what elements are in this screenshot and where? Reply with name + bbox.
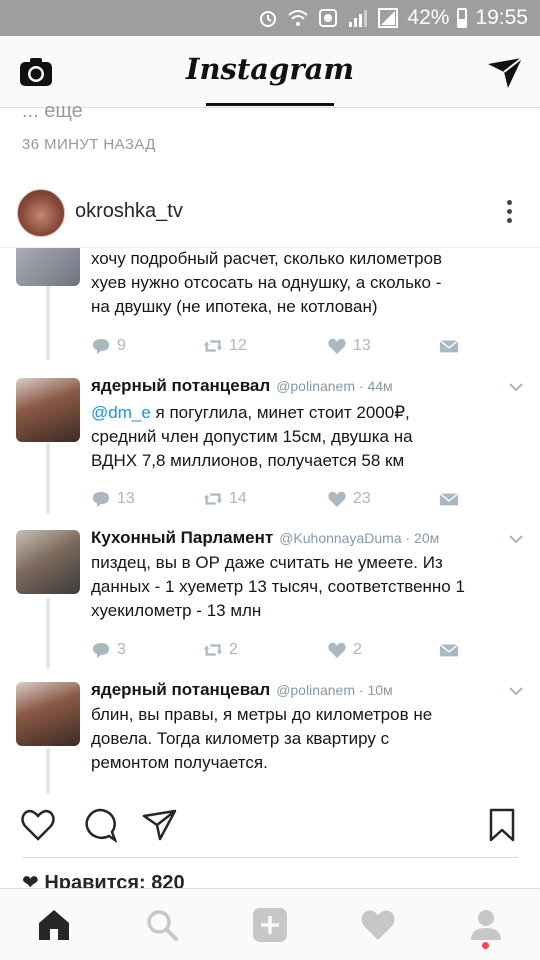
logo-underline xyxy=(206,103,334,106)
tweet-text: блин, вы правы, я метры до километров не… xyxy=(91,705,433,772)
notification-dot xyxy=(482,942,489,949)
tweet-avatar xyxy=(16,682,80,746)
status-bar: 42% 19:55 xyxy=(0,0,540,36)
tweet-author: ядерный потанцевал @polinanem · 10м xyxy=(91,680,393,699)
comment-icon[interactable] xyxy=(81,807,118,844)
heart-icon[interactable] xyxy=(20,807,56,843)
home-icon[interactable] xyxy=(36,907,72,943)
like-icon xyxy=(328,642,346,658)
chevron-down-icon[interactable] xyxy=(508,686,524,696)
reply-icon xyxy=(93,492,109,507)
alarm-icon xyxy=(257,7,279,29)
tweet-text: хочу подробный расчет, сколько километро… xyxy=(91,249,443,316)
instagram-logo: Instagram xyxy=(185,52,355,86)
direct-send-icon[interactable] xyxy=(486,54,524,90)
tweet-handle: @polinanem · 44м xyxy=(276,378,393,394)
battery-percent: 42% xyxy=(407,6,450,29)
previous-post-time: 36 МИНУТ НАЗАД xyxy=(22,136,156,153)
retweet-icon xyxy=(203,493,223,505)
retweet-icon xyxy=(203,644,223,656)
profile-icon[interactable] xyxy=(468,907,504,943)
app-header: Instagram xyxy=(0,36,540,108)
tweet-retweet-count: 12 xyxy=(229,337,247,354)
post-action-bar xyxy=(0,800,540,852)
tweet-retweet-count: 14 xyxy=(229,490,247,507)
tweet-author: ядерный потанцевал @polinanem · 44м xyxy=(91,376,393,395)
reply-icon xyxy=(93,339,109,354)
tweet-handle: @KuhonnayaDuma · 20м xyxy=(279,530,440,546)
tweet-actions: 3 2 2 xyxy=(91,639,471,661)
signal-2-icon xyxy=(377,7,399,29)
dm-icon xyxy=(439,340,459,353)
thread-line xyxy=(46,443,50,513)
post-image[interactable]: хочу подробный расчет, сколько километро… xyxy=(0,248,540,793)
thread-line xyxy=(46,276,50,360)
post-header: okroshka_tv xyxy=(0,178,540,248)
post-username[interactable]: okroshka_tv xyxy=(75,200,183,223)
battery-icon xyxy=(457,8,468,28)
chevron-down-icon[interactable] xyxy=(508,534,524,544)
tweet-reply-count: 13 xyxy=(117,490,135,507)
data-saver-icon xyxy=(317,7,339,29)
tweet-avatar xyxy=(16,530,80,594)
thread-line xyxy=(46,598,50,668)
tweet-reply-count: 9 xyxy=(117,337,126,354)
tweet-like-count: 13 xyxy=(353,337,371,354)
add-icon[interactable] xyxy=(252,907,288,943)
tweet-text: пиздец, вы в ОР даже считать не умеете. … xyxy=(91,553,465,620)
dm-icon xyxy=(439,644,459,657)
avatar[interactable] xyxy=(17,189,65,237)
activity-icon[interactable] xyxy=(360,907,396,943)
tweet-author: Кухонный Парламент @KuhonnayaDuma · 20м xyxy=(91,528,440,547)
tweet-avatar xyxy=(16,378,80,442)
more-options-icon[interactable] xyxy=(504,200,514,226)
previous-post-more[interactable]: ... еще xyxy=(22,100,83,123)
bottom-nav xyxy=(0,888,540,960)
tweet-text: @dm_e я погуглила, минет стоит 2000₽, ср… xyxy=(91,403,413,470)
tweet-actions: 13 14 23 xyxy=(91,488,471,510)
tweet-reply-count: 3 xyxy=(117,641,126,658)
bookmark-icon[interactable] xyxy=(484,807,520,843)
search-icon[interactable] xyxy=(144,907,180,943)
tweet-avatar xyxy=(16,248,80,286)
tweet-mention: @dm_e xyxy=(91,403,151,422)
wifi-icon xyxy=(287,7,309,29)
like-icon xyxy=(328,338,346,354)
tweet-retweet-count: 2 xyxy=(229,641,238,658)
retweet-icon xyxy=(203,340,223,352)
tweet-handle: @polinanem · 10м xyxy=(276,682,393,698)
thread-line xyxy=(46,748,50,793)
signal-icon xyxy=(347,7,369,29)
dm-icon xyxy=(439,493,459,506)
tweet-actions: 9 12 13 xyxy=(91,335,471,357)
share-icon[interactable] xyxy=(141,807,177,843)
divider xyxy=(22,857,518,858)
reply-icon xyxy=(93,643,109,658)
like-icon xyxy=(328,491,346,507)
chevron-down-icon[interactable] xyxy=(508,382,524,392)
tweet-like-count: 2 xyxy=(353,641,362,658)
clock: 19:55 xyxy=(475,6,528,29)
tweet-like-count: 23 xyxy=(353,490,371,507)
